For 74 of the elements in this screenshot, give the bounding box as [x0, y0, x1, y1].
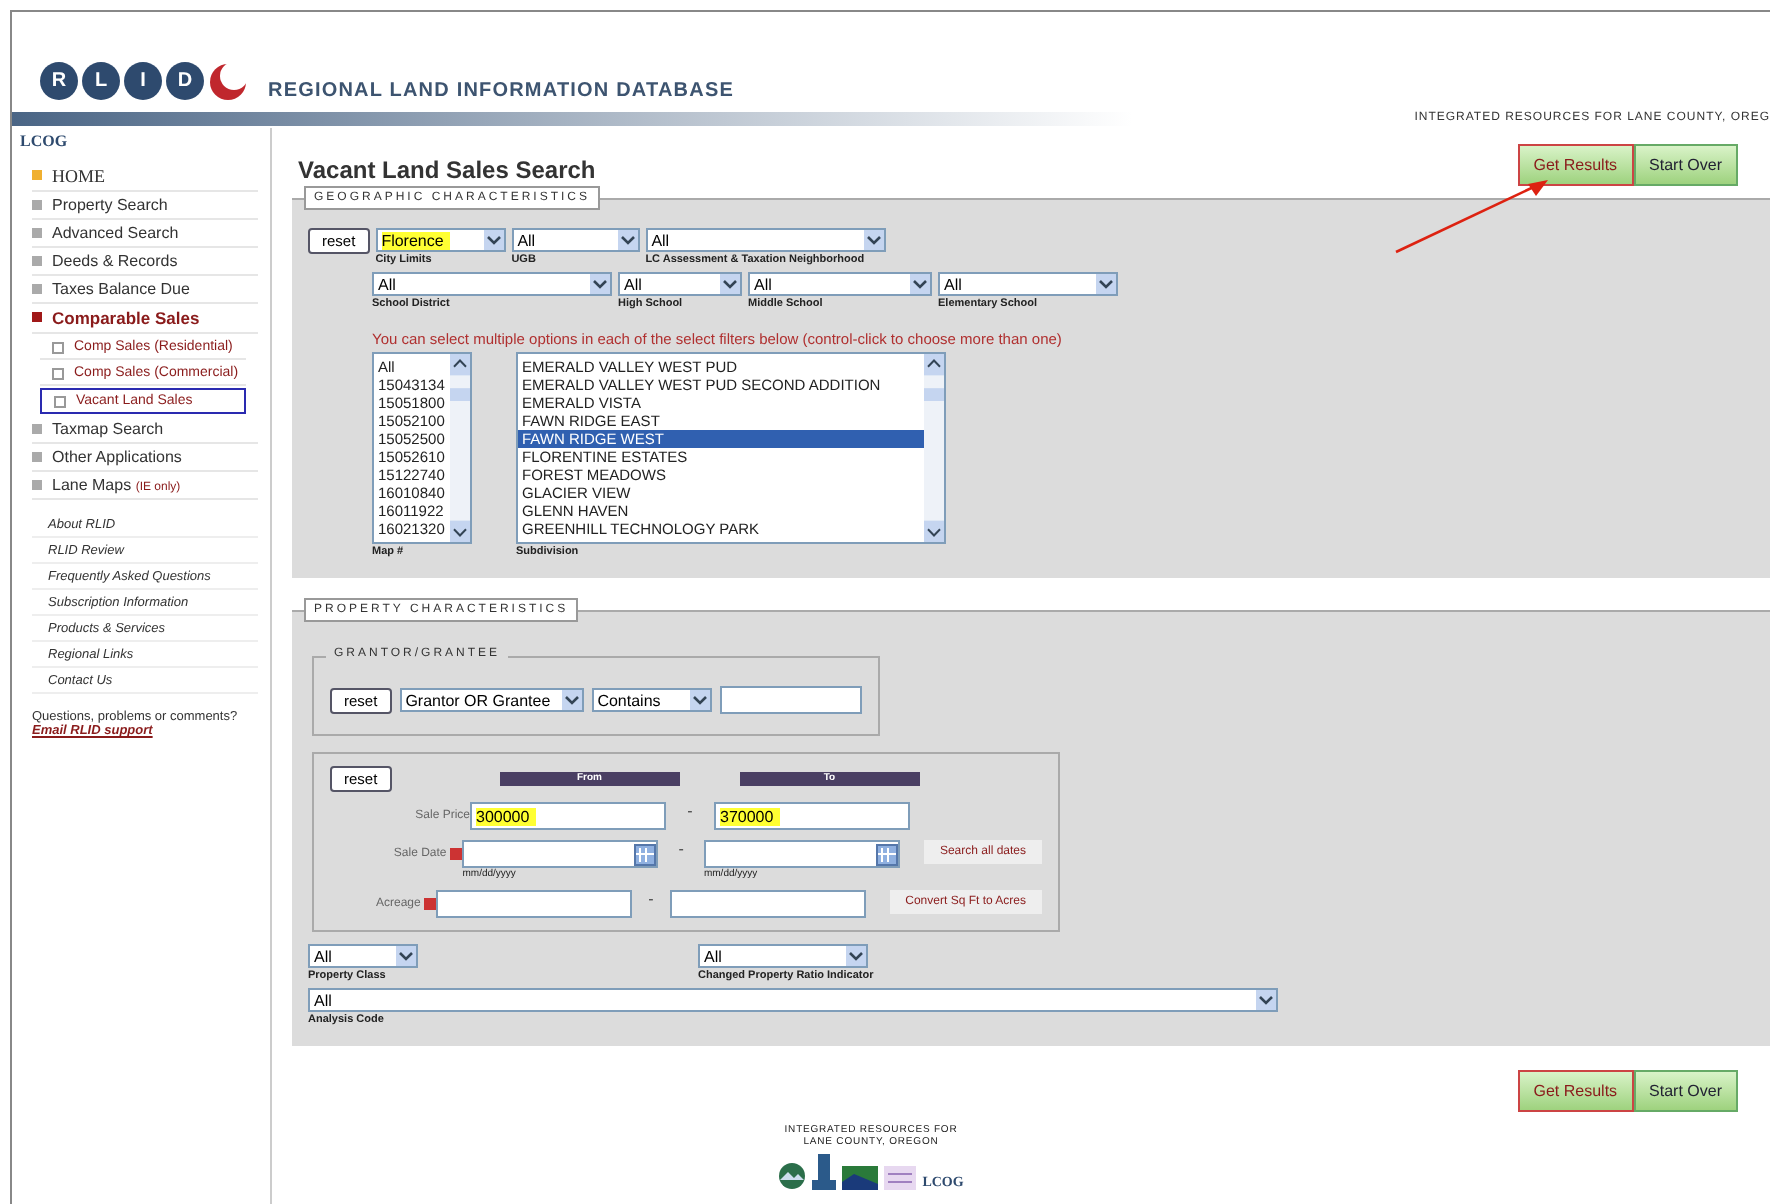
landscape-icon [842, 1166, 879, 1190]
text-input[interactable] [719, 686, 862, 714]
bullet-icon [32, 424, 42, 434]
dropdown-select[interactable]: All [645, 228, 886, 252]
dropdown-arrow-icon [1256, 990, 1276, 1010]
nav-item[interactable]: Taxes Balance Due [32, 276, 258, 304]
mountain-seal-icon [778, 1162, 807, 1190]
nav-item[interactable]: Property Search [32, 192, 258, 220]
range-input[interactable] [703, 840, 900, 868]
dropdown-select[interactable]: All [511, 228, 640, 252]
dropdown-arrow-icon [720, 274, 740, 294]
expand-icon [52, 342, 64, 354]
logo-letter: R [40, 62, 78, 100]
nav-item[interactable]: Deeds & Records [32, 248, 258, 276]
nav-item[interactable]: Other Applications [32, 444, 258, 472]
range-input[interactable] [462, 840, 659, 868]
bullet-icon [32, 312, 42, 322]
range-input[interactable]: 300000 [470, 802, 666, 830]
range-dash: - [685, 802, 695, 820]
bullet-icon [32, 452, 42, 462]
get-results-button[interactable]: Get Results [1517, 144, 1634, 186]
range-input[interactable] [669, 890, 866, 918]
dropdown-arrow-icon [689, 690, 710, 710]
help-icon[interactable] [450, 848, 463, 860]
logo-letter: L [82, 62, 120, 100]
range-input[interactable] [436, 890, 633, 918]
dropdown-select[interactable]: All [938, 272, 1118, 296]
range-dash: - [676, 840, 686, 858]
expand-icon [52, 368, 64, 380]
site-title: REGIONAL LAND INFORMATION DATABASE [268, 80, 734, 102]
get-results-button[interactable]: Get Results [1517, 1070, 1634, 1112]
bullet-icon [32, 284, 42, 294]
nav-item[interactable]: Comparable Sales [32, 304, 258, 334]
page-title: Vacant Land Sales Search [298, 156, 596, 184]
help-icon[interactable] [424, 898, 437, 910]
start-over-button[interactable]: Start Over [1633, 1070, 1738, 1112]
dropdown-select[interactable]: All [618, 272, 742, 296]
dropdown-arrow-icon [910, 274, 930, 294]
emblem-icon [884, 1166, 917, 1190]
dropdown-arrow-icon [1096, 274, 1116, 294]
dropdown-arrow-icon [617, 230, 638, 250]
dropdown-select[interactable]: All [308, 988, 1278, 1012]
lcog-logo: LCOG [20, 132, 70, 150]
bullet-icon [32, 200, 42, 210]
dropdown-arrow-icon [846, 946, 866, 966]
bullet-icon [32, 480, 42, 490]
nav-item[interactable]: Advanced Search [32, 220, 258, 248]
bullet-icon [32, 256, 42, 266]
range-dash: - [646, 890, 656, 908]
expand-icon [54, 396, 66, 408]
dropdown-select[interactable]: Florence [375, 228, 506, 252]
nav-item[interactable]: HOME [32, 162, 258, 192]
dropdown-select[interactable]: Grantor OR Grantee [399, 688, 584, 712]
nav-item[interactable]: Taxmap Search [32, 416, 258, 444]
logo-swoosh-icon [208, 61, 248, 101]
logo-letter: I [124, 62, 162, 100]
dropdown-arrow-icon [396, 946, 416, 966]
dropdown-select[interactable]: All [372, 272, 612, 296]
logo-letter: D [166, 62, 204, 100]
dropdown-arrow-icon [483, 230, 504, 250]
dropdown-arrow-icon [561, 690, 582, 710]
dropdown-select[interactable]: All [698, 944, 868, 968]
bullet-icon [32, 228, 42, 238]
dropdown-arrow-icon [863, 230, 884, 250]
calendar-icon[interactable] [634, 843, 657, 865]
start-over-button[interactable]: Start Over [1633, 144, 1738, 186]
dropdown-select[interactable]: All [748, 272, 932, 296]
dropdown-select[interactable]: All [308, 944, 418, 968]
bullet-icon [32, 170, 42, 180]
dropdown-select[interactable]: Contains [591, 688, 712, 712]
dropdown-arrow-icon [590, 274, 610, 294]
building-icon [812, 1154, 837, 1190]
range-input[interactable]: 370000 [714, 802, 910, 830]
calendar-icon[interactable] [875, 843, 898, 865]
